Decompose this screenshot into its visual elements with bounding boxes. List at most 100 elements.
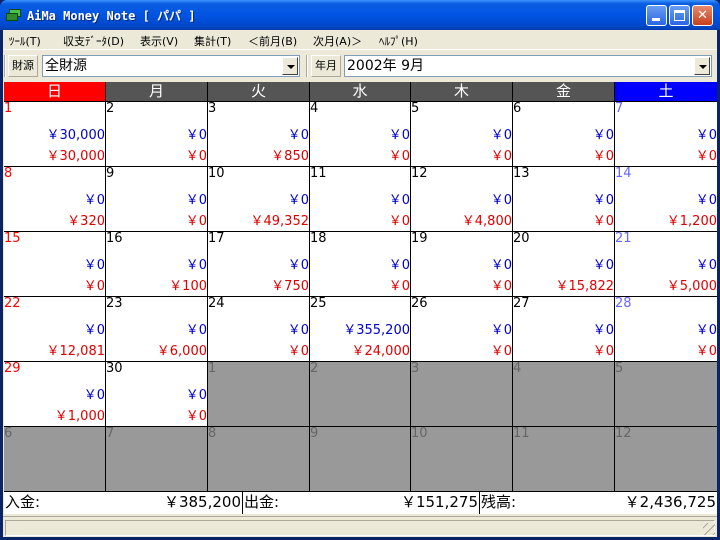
- day-income: ￥0: [695, 258, 717, 273]
- menu-tools[interactable]: ﾂｰﾙ(T): [9, 33, 41, 49]
- menu-help[interactable]: ﾍﾙﾌﾟ(H): [379, 33, 418, 49]
- calendar-day[interactable]: 9 ￥0 ￥0: [106, 167, 207, 231]
- day-income: ￥0: [490, 193, 512, 208]
- calendar-day-other-month[interactable]: 11: [513, 427, 614, 491]
- day-number: 12: [411, 167, 428, 181]
- day-number: 11: [310, 167, 327, 181]
- menu-data[interactable]: 収支ﾃﾞｰﾀ(D): [63, 33, 124, 49]
- source-select-value: 全財源: [45, 58, 87, 74]
- calendar-day[interactable]: 3 ￥0 ￥850: [208, 102, 309, 166]
- calendar-day-other-month[interactable]: 7: [106, 427, 207, 491]
- calendar-day[interactable]: 20 ￥0 ￥15,822: [513, 232, 614, 296]
- day-number: 1: [4, 102, 13, 116]
- day-expense: ￥0: [185, 409, 207, 424]
- calendar-day[interactable]: 11 ￥0 ￥0: [310, 167, 410, 231]
- calendar-day[interactable]: 21 ￥0 ￥5,000: [615, 232, 717, 296]
- day-income: ￥0: [490, 128, 512, 143]
- day-income: ￥0: [695, 193, 717, 208]
- calendar-day-other-month[interactable]: 5: [615, 362, 717, 426]
- day-number: 22: [4, 297, 21, 311]
- calendar-day[interactable]: 25 ￥355,200 ￥24,000: [310, 297, 410, 361]
- day-number: 12: [615, 427, 632, 441]
- balance-total: 残高: ￥2,436,725: [480, 492, 717, 514]
- chevron-down-icon[interactable]: [282, 57, 298, 75]
- source-select[interactable]: 全財源: [42, 55, 300, 77]
- calendar-day-other-month[interactable]: 9: [310, 427, 410, 491]
- menu-summary[interactable]: 集計(T): [194, 33, 231, 49]
- calendar-day[interactable]: 24 ￥0 ￥0: [208, 297, 309, 361]
- menu-prev-month[interactable]: ＜前月(B): [248, 33, 297, 49]
- close-button[interactable]: ✕: [692, 5, 713, 26]
- calendar-day[interactable]: 27 ￥0 ￥0: [513, 297, 614, 361]
- calendar-day-other-month[interactable]: 4: [513, 362, 614, 426]
- resize-grip[interactable]: [703, 523, 715, 535]
- title-bar[interactable]: AiMa Money Note [ パパ ] ✕: [0, 0, 720, 30]
- day-number: 6: [4, 427, 13, 441]
- day-income: ￥0: [185, 388, 207, 403]
- minimize-button[interactable]: [646, 5, 667, 26]
- calendar-day[interactable]: 28 ￥0 ￥0: [615, 297, 717, 361]
- day-income: ￥0: [388, 258, 410, 273]
- day-expense: ￥12,081: [46, 344, 106, 359]
- app-window: AiMa Money Note [ パパ ] ✕ ﾂｰﾙ(T) 収支ﾃﾞｰﾀ(D…: [0, 0, 720, 540]
- calendar-day-other-month[interactable]: 12: [615, 427, 717, 491]
- weekday-header: 金: [513, 82, 614, 101]
- calendar-day[interactable]: 30 ￥0 ￥0: [106, 362, 207, 426]
- day-income: ￥30,000: [46, 128, 106, 143]
- day-expense: ￥1,000: [54, 409, 105, 424]
- calendar-day-other-month[interactable]: 1: [208, 362, 309, 426]
- weekday-header: 火: [208, 82, 309, 101]
- day-number: 18: [310, 232, 327, 246]
- maximize-button[interactable]: [669, 5, 690, 26]
- calendar-day[interactable]: 23 ￥0 ￥6,000: [106, 297, 207, 361]
- calendar-day[interactable]: 29 ￥0 ￥1,000: [4, 362, 105, 426]
- calendar-day[interactable]: 12 ￥0 ￥4,800: [411, 167, 512, 231]
- day-number: 2: [106, 102, 115, 116]
- menu-view[interactable]: 表示(V): [140, 33, 178, 49]
- calendar-day[interactable]: 7 ￥0 ￥0: [615, 102, 717, 166]
- calendar-day-other-month[interactable]: 10: [411, 427, 512, 491]
- client-area: ﾂｰﾙ(T) 収支ﾃﾞｰﾀ(D) 表示(V) 集計(T) ＜前月(B) 次月(A…: [3, 30, 717, 537]
- calendar-day[interactable]: 14 ￥0 ￥1,200: [615, 167, 717, 231]
- day-expense: ￥0: [695, 344, 717, 359]
- weekday-header: 月: [106, 82, 207, 101]
- day-income: ￥0: [287, 193, 309, 208]
- calendar-day[interactable]: 18 ￥0 ￥0: [310, 232, 410, 296]
- day-number: 26: [411, 297, 428, 311]
- day-income: ￥0: [185, 128, 207, 143]
- calendar-day[interactable]: 8 ￥0 ￥320: [4, 167, 105, 231]
- calendar-day[interactable]: 10 ￥0 ￥49,352: [208, 167, 309, 231]
- calendar-day-other-month[interactable]: 3: [411, 362, 512, 426]
- calendar-day[interactable]: 1 ￥30,000 ￥30,000: [4, 102, 105, 166]
- chevron-down-icon[interactable]: [694, 57, 710, 75]
- menu-bar: ﾂｰﾙ(T) 収支ﾃﾞｰﾀ(D) 表示(V) 集計(T) ＜前月(B) 次月(A…: [3, 30, 717, 50]
- day-expense: ￥0: [490, 344, 512, 359]
- calendar-day[interactable]: 22 ￥0 ￥12,081: [4, 297, 105, 361]
- day-expense: ￥850: [271, 149, 309, 164]
- calendar-day[interactable]: 4 ￥0 ￥0: [310, 102, 410, 166]
- calendar-day[interactable]: 2 ￥0 ￥0: [106, 102, 207, 166]
- calendar-day[interactable]: 6 ￥0 ￥0: [513, 102, 614, 166]
- calendar-day-other-month[interactable]: 6: [4, 427, 105, 491]
- menu-next-month[interactable]: 次月(A)＞: [313, 33, 362, 49]
- day-number: 9: [106, 167, 115, 181]
- day-number: 30: [106, 362, 123, 376]
- calendar-day[interactable]: 15 ￥0 ￥0: [4, 232, 105, 296]
- calendar-day-other-month[interactable]: 2: [310, 362, 410, 426]
- calendar-day[interactable]: 5 ￥0 ￥0: [411, 102, 512, 166]
- month-select[interactable]: 2002年 9月: [344, 55, 712, 77]
- calendar-day[interactable]: 26 ￥0 ￥0: [411, 297, 512, 361]
- day-number: 8: [208, 427, 217, 441]
- calendar-day[interactable]: 19 ￥0 ￥0: [411, 232, 512, 296]
- calendar-day[interactable]: 16 ￥0 ￥100: [106, 232, 207, 296]
- calendar-day[interactable]: 13 ￥0 ￥0: [513, 167, 614, 231]
- calendar-day-other-month[interactable]: 8: [208, 427, 309, 491]
- calendar-day[interactable]: 17 ￥0 ￥750: [208, 232, 309, 296]
- weekday-header: 土: [615, 82, 717, 101]
- expense-label: 出金:: [244, 493, 280, 511]
- day-income: ￥0: [592, 193, 614, 208]
- day-expense: ￥0: [388, 279, 410, 294]
- day-number: 1: [208, 362, 217, 376]
- day-number: 11: [513, 427, 530, 441]
- day-expense: ￥0: [592, 149, 614, 164]
